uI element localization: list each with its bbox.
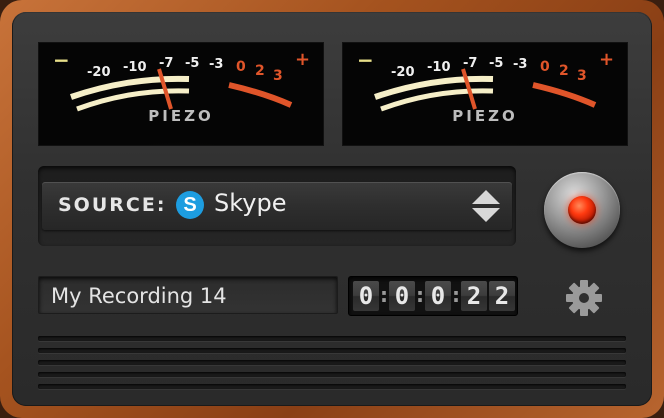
record-light-icon	[568, 196, 596, 224]
speaker-grille-slot	[38, 348, 626, 353]
scale-label: -10	[427, 60, 451, 75]
red-label: 3	[273, 68, 283, 84]
speaker-grille-slot	[38, 372, 626, 377]
skype-icon: S	[176, 191, 204, 219]
plus-sign: +	[599, 49, 614, 70]
source-stepper[interactable]	[470, 188, 502, 224]
red-label: 2	[255, 63, 265, 79]
red-label: 0	[236, 59, 246, 75]
timer-separator: :	[416, 283, 424, 307]
timer-digit: 0	[353, 281, 379, 311]
timer-digit: 2	[461, 281, 487, 311]
scale-label: -5	[489, 56, 503, 71]
scale-label: -20	[391, 65, 415, 80]
wood-frame: − + -20 -10 -7 -5 -3 0 2 3 PIEZO − + -20…	[0, 0, 664, 418]
meter-brand: PIEZO	[148, 107, 214, 125]
elapsed-timer: 0 : 0 : 0 : 2 2	[348, 276, 518, 316]
red-label: 3	[577, 68, 587, 84]
scale-label: -20	[87, 65, 111, 80]
timer-separator: :	[380, 283, 388, 307]
minus-sign: −	[357, 48, 374, 72]
red-label: 2	[559, 63, 569, 79]
plus-sign: +	[295, 49, 310, 70]
meter-brand: PIEZO	[452, 107, 518, 125]
speaker-grille-slot	[38, 384, 626, 389]
source-label: SOURCE:	[58, 194, 167, 216]
scale-label: -7	[159, 56, 173, 71]
timer-separator: :	[452, 283, 460, 307]
vu-meter-right: − + -20 -10 -7 -5 -3 0 2 3 PIEZO	[342, 42, 628, 146]
scale-label: -7	[463, 56, 477, 71]
scale-label: -3	[209, 57, 223, 72]
piezo-panel: − + -20 -10 -7 -5 -3 0 2 3 PIEZO − + -20…	[12, 12, 652, 406]
scale-label: -3	[513, 57, 527, 72]
vu-meter-left-dial: − + -20 -10 -7 -5 -3 0 2 3	[39, 43, 323, 145]
scale-label: -10	[123, 60, 147, 75]
vu-meter-right-dial: − + -20 -10 -7 -5 -3 0 2 3	[343, 43, 627, 145]
speaker-grille-slot	[38, 360, 626, 365]
gear-icon-graphic	[566, 280, 602, 316]
record-button[interactable]	[544, 172, 620, 248]
timer-digit: 2	[489, 281, 515, 311]
timer-digit: 0	[389, 281, 415, 311]
source-selector[interactable]: SOURCE: S Skype	[38, 166, 516, 246]
speaker-grille-slot	[38, 336, 626, 341]
red-label: 0	[540, 59, 550, 75]
minus-sign: −	[53, 48, 70, 72]
stepper-down-icon[interactable]	[472, 208, 500, 222]
scale-label: -5	[185, 56, 199, 71]
source-value: Skype	[214, 189, 287, 217]
source-selector-face[interactable]: SOURCE: S Skype	[42, 182, 512, 230]
vu-meter-left: − + -20 -10 -7 -5 -3 0 2 3 PIEZO	[38, 42, 324, 146]
stepper-up-icon[interactable]	[472, 190, 500, 204]
recording-name-field[interactable]: My Recording 14	[38, 276, 338, 314]
timer-digit: 0	[425, 281, 451, 311]
gear-icon[interactable]	[564, 278, 604, 318]
